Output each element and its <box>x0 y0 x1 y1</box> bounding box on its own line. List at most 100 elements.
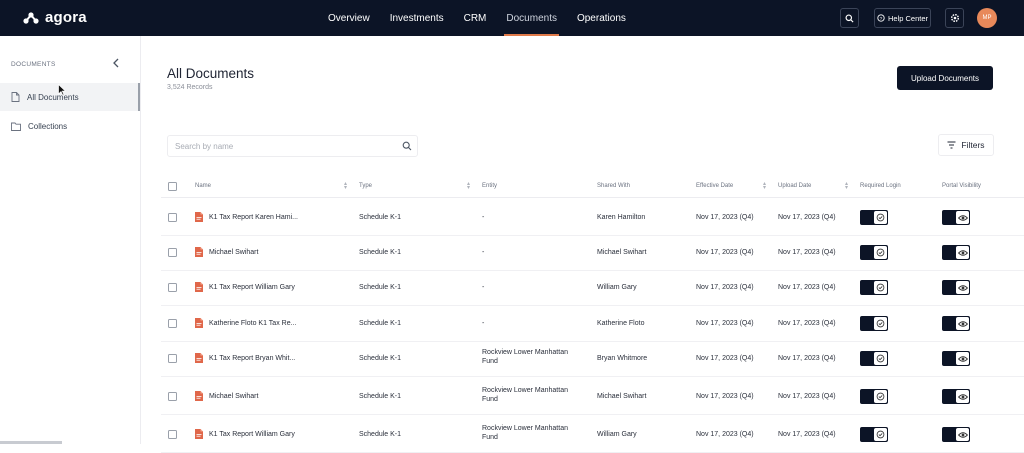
required-login-toggle[interactable] <box>860 389 888 404</box>
help-center-button[interactable]: ? Help Center <box>874 8 931 28</box>
document-name[interactable]: K1 Tax Report William Gary <box>209 431 295 438</box>
document-name[interactable]: K1 Tax Report William Gary <box>209 284 295 291</box>
main-content: All Documents 3,524 Records Upload Docum… <box>141 36 1024 453</box>
records-count: 3,524 Records <box>167 84 213 91</box>
search-icon[interactable] <box>402 141 412 151</box>
effective-date: Nov 17, 2023 (Q4) <box>696 249 754 256</box>
table-row[interactable]: Katherine Floto K1 Tax Re... Schedule K-… <box>161 306 1024 342</box>
shared-with: Karen Hamilton <box>597 214 646 221</box>
check-circle-icon <box>876 430 885 439</box>
upload-date: Nov 17, 2023 (Q4) <box>778 320 836 327</box>
column-header-portal-visibility[interactable]: Portal Visibility <box>942 183 981 189</box>
nav-crm[interactable]: CRM <box>454 0 497 36</box>
portal-visibility-toggle[interactable] <box>942 351 970 366</box>
select-all-checkbox[interactable] <box>168 182 177 191</box>
sidebar-item-collections[interactable]: Collections <box>0 112 140 140</box>
shared-with: Michael Swihart <box>597 393 647 400</box>
row-checkbox[interactable] <box>168 392 177 401</box>
row-checkbox[interactable] <box>168 319 177 328</box>
entity: - <box>482 320 485 327</box>
pdf-file-icon <box>195 247 203 257</box>
filters-button[interactable]: Filters <box>938 134 994 156</box>
document-name[interactable]: Michael Swihart <box>209 249 258 256</box>
portal-visibility-toggle[interactable] <box>942 210 970 225</box>
table-row[interactable]: Michael Swihart Schedule K-1 Rockview Lo… <box>161 379 1024 415</box>
document-name[interactable]: K1 Tax Report Bryan Whit... <box>209 355 295 362</box>
column-header-effective-date[interactable]: Effective Date <box>696 183 733 189</box>
row-checkbox[interactable] <box>168 283 177 292</box>
document-name[interactable]: Katherine Floto K1 Tax Re... <box>209 320 296 327</box>
required-login-toggle[interactable] <box>860 427 888 442</box>
main-nav: Overview Investments CRM Documents Opera… <box>318 0 636 36</box>
sort-icon[interactable]: ▴ ▾ <box>467 181 470 191</box>
table-row[interactable]: K1 Tax Report William Gary Schedule K-1 … <box>161 417 1024 453</box>
entity: Rockview Lower Manhattan Fund <box>482 425 568 441</box>
table-row[interactable]: K1 Tax Report Bryan Whit... Schedule K-1… <box>161 341 1024 377</box>
required-login-toggle[interactable] <box>860 351 888 366</box>
settings-button[interactable] <box>945 8 964 28</box>
document-name[interactable]: K1 Tax Report Karen Hami... <box>209 214 298 221</box>
check-circle-icon <box>876 392 885 401</box>
row-checkbox[interactable] <box>168 248 177 257</box>
portal-visibility-toggle[interactable] <box>942 427 970 442</box>
table-row[interactable]: K1 Tax Report Karen Hami... Schedule K-1… <box>161 200 1024 236</box>
portal-visibility-toggle[interactable] <box>942 389 970 404</box>
sort-icon[interactable]: ▴ ▾ <box>845 181 848 191</box>
table-row[interactable]: K1 Tax Report William Gary Schedule K-1 … <box>161 270 1024 306</box>
row-checkbox[interactable] <box>168 430 177 439</box>
toggle-knob <box>956 390 969 403</box>
nav-documents[interactable]: Documents <box>496 0 567 36</box>
column-header-required-login[interactable]: Required Login <box>860 183 901 189</box>
help-center-label: Help Center <box>887 13 929 23</box>
pdf-file-icon <box>195 391 203 401</box>
search-input[interactable] <box>175 141 395 151</box>
gear-icon <box>950 14 959 22</box>
document-type: Schedule K-1 <box>359 249 402 256</box>
chevron-left-icon <box>113 58 119 68</box>
document-type: Schedule K-1 <box>359 320 402 327</box>
eye-icon <box>957 431 968 438</box>
required-login-toggle[interactable] <box>860 245 888 260</box>
pdf-file-icon <box>195 212 203 222</box>
effective-date: Nov 17, 2023 (Q4) <box>696 214 754 221</box>
toggle-knob <box>956 246 969 259</box>
required-login-toggle[interactable] <box>860 316 888 331</box>
entity: Rockview Lower Manhattan Fund <box>482 349 568 365</box>
portal-visibility-toggle[interactable] <box>942 316 970 331</box>
nav-operations[interactable]: Operations <box>567 0 636 36</box>
nav-overview[interactable]: Overview <box>318 0 380 36</box>
collapse-sidebar-button[interactable] <box>112 57 120 71</box>
portal-visibility-toggle[interactable] <box>942 245 970 260</box>
agora-logo-icon <box>23 11 39 24</box>
column-header-type[interactable]: Type <box>359 183 372 189</box>
document-type: Schedule K-1 <box>359 284 402 291</box>
document-name[interactable]: Michael Swihart <box>209 393 258 400</box>
global-search-button[interactable] <box>840 8 859 28</box>
toggle-knob <box>956 281 969 294</box>
column-header-name[interactable]: Name <box>195 183 211 189</box>
sidebar-header: DOCUMENTS <box>11 61 56 68</box>
user-avatar[interactable]: MP <box>977 8 997 28</box>
required-login-toggle[interactable] <box>860 280 888 295</box>
shared-with: William Gary <box>597 431 637 438</box>
row-checkbox[interactable] <box>168 213 177 222</box>
eye-icon <box>957 393 968 400</box>
column-header-entity[interactable]: Entity <box>482 183 497 189</box>
table-row[interactable]: Michael Swihart Schedule K-1 - Michael S… <box>161 235 1024 271</box>
sort-icon[interactable]: ▴ ▾ <box>763 181 766 191</box>
sidebar-item-all-documents[interactable]: All Documents <box>0 83 140 111</box>
app-logo[interactable]: agora <box>22 9 87 26</box>
upload-date: Nov 17, 2023 (Q4) <box>778 284 836 291</box>
row-checkbox[interactable] <box>168 354 177 363</box>
sort-icon[interactable]: ▴ ▾ <box>344 181 347 191</box>
column-header-upload-date[interactable]: Upload Date <box>778 183 811 189</box>
required-login-toggle[interactable] <box>860 210 888 225</box>
pdf-file-icon <box>195 353 203 363</box>
column-header-shared-with[interactable]: Shared With <box>597 183 630 189</box>
entity: - <box>482 214 485 221</box>
nav-investments[interactable]: Investments <box>380 0 454 36</box>
portal-visibility-toggle[interactable] <box>942 280 970 295</box>
upload-documents-button[interactable]: Upload Documents <box>897 66 993 90</box>
filters-label: Filters <box>961 140 985 150</box>
eye-icon <box>957 284 968 291</box>
